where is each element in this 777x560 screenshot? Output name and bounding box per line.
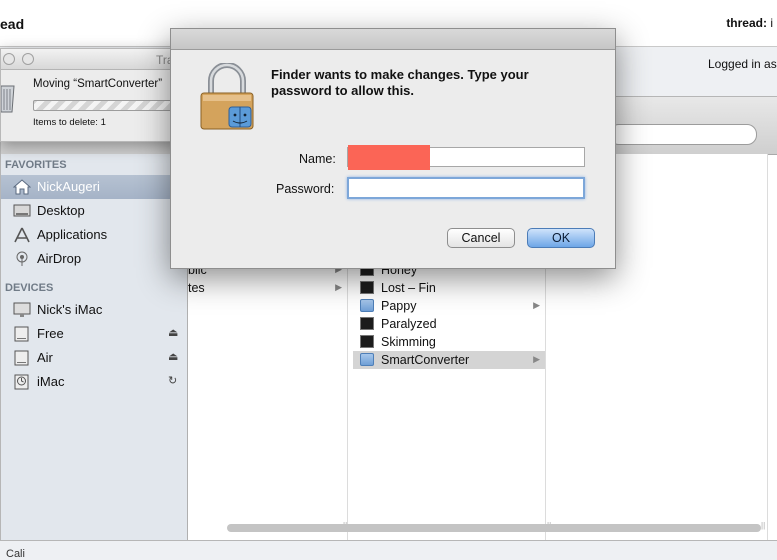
ok-button[interactable]: OK [527, 228, 595, 248]
dialog-top-bar [171, 29, 615, 50]
column-resize-handle[interactable]: || [761, 521, 765, 530]
password-label: Password: [276, 182, 335, 196]
disclosure-arrow-icon: ▶ [533, 300, 540, 310]
sidebar-item-desktop[interactable]: Desktop [1, 199, 187, 223]
logged-in-text: Logged in as [708, 57, 777, 71]
web-page-title: ead [0, 16, 25, 32]
trash-icon [1, 85, 15, 113]
lock-icon [200, 63, 254, 130]
disk-icon [14, 350, 29, 366]
folder-icon [360, 353, 374, 366]
list-item-selected[interactable]: SmartConverter ▶ [353, 351, 545, 369]
file-thumbnail-icon [360, 281, 374, 294]
disclosure-arrow-icon: ▶ [533, 354, 540, 364]
minimize-button[interactable] [22, 53, 34, 65]
web-bottom-text: Cali [6, 548, 25, 560]
devices-header: DEVICES [5, 282, 54, 294]
sidebar-item-air[interactable]: Air ⏏ [1, 346, 187, 370]
list-item[interactable]: tes ▶ [188, 279, 347, 297]
thread-label: thread: i [726, 16, 773, 30]
favorites-header: FAVORITES [5, 159, 67, 171]
sidebar-item-free[interactable]: Free ⏏ [1, 322, 187, 346]
sidebar-item-nicks-imac[interactable]: Nick's iMac [1, 298, 187, 322]
eject-icon[interactable]: ⏏ [168, 326, 178, 339]
airdrop-icon [16, 251, 28, 266]
home-icon [13, 179, 31, 195]
password-field[interactable] [347, 177, 585, 199]
moving-status: Moving “SmartConverter” [33, 78, 163, 90]
progress-window-titlebar: Tra [1, 49, 181, 70]
applications-icon [14, 227, 30, 243]
list-item[interactable]: Lost – Fin [353, 279, 545, 297]
timemachine-icon [14, 374, 29, 390]
cancel-button[interactable]: Cancel [447, 228, 515, 248]
authentication-dialog: Finder wants to make changes. Type your … [170, 28, 616, 269]
redacted-name-block [348, 145, 430, 170]
file-thumbnail-icon [360, 335, 374, 348]
horizontal-scrollbar[interactable] [227, 524, 761, 532]
sidebar-item-airdrop[interactable]: AirDrop [1, 247, 187, 271]
close-button[interactable] [3, 53, 15, 65]
disclosure-arrow-icon: ▶ [335, 282, 342, 292]
items-to-delete: Items to delete: 1 [33, 117, 106, 128]
list-item[interactable]: Pappy ▶ [353, 297, 545, 315]
file-thumbnail-icon [360, 317, 374, 330]
sidebar-item-imac[interactable]: iMac ↻ [1, 370, 187, 394]
desktop-icon [13, 204, 31, 217]
progress-bar [33, 100, 185, 111]
name-label: Name: [299, 152, 336, 166]
list-item[interactable]: Skimming [353, 333, 545, 351]
eject-icon[interactable]: ⏏ [168, 350, 178, 363]
search-field[interactable] [609, 124, 757, 145]
imac-icon [13, 302, 31, 317]
finder-sidebar: FAVORITES NickAugeri Desktop Application… [1, 154, 188, 540]
list-item[interactable]: Paralyzed [353, 315, 545, 333]
sidebar-item-nickaugeri[interactable]: NickAugeri [1, 175, 187, 199]
dialog-message: Finder wants to make changes. Type your … [271, 67, 529, 98]
progress-window: Tra Moving “SmartConverter” Items to del… [0, 48, 185, 142]
disk-icon [14, 326, 29, 342]
sync-icon[interactable]: ↻ [168, 374, 177, 387]
sidebar-item-applications[interactable]: Applications [1, 223, 187, 247]
folder-icon [360, 299, 374, 312]
